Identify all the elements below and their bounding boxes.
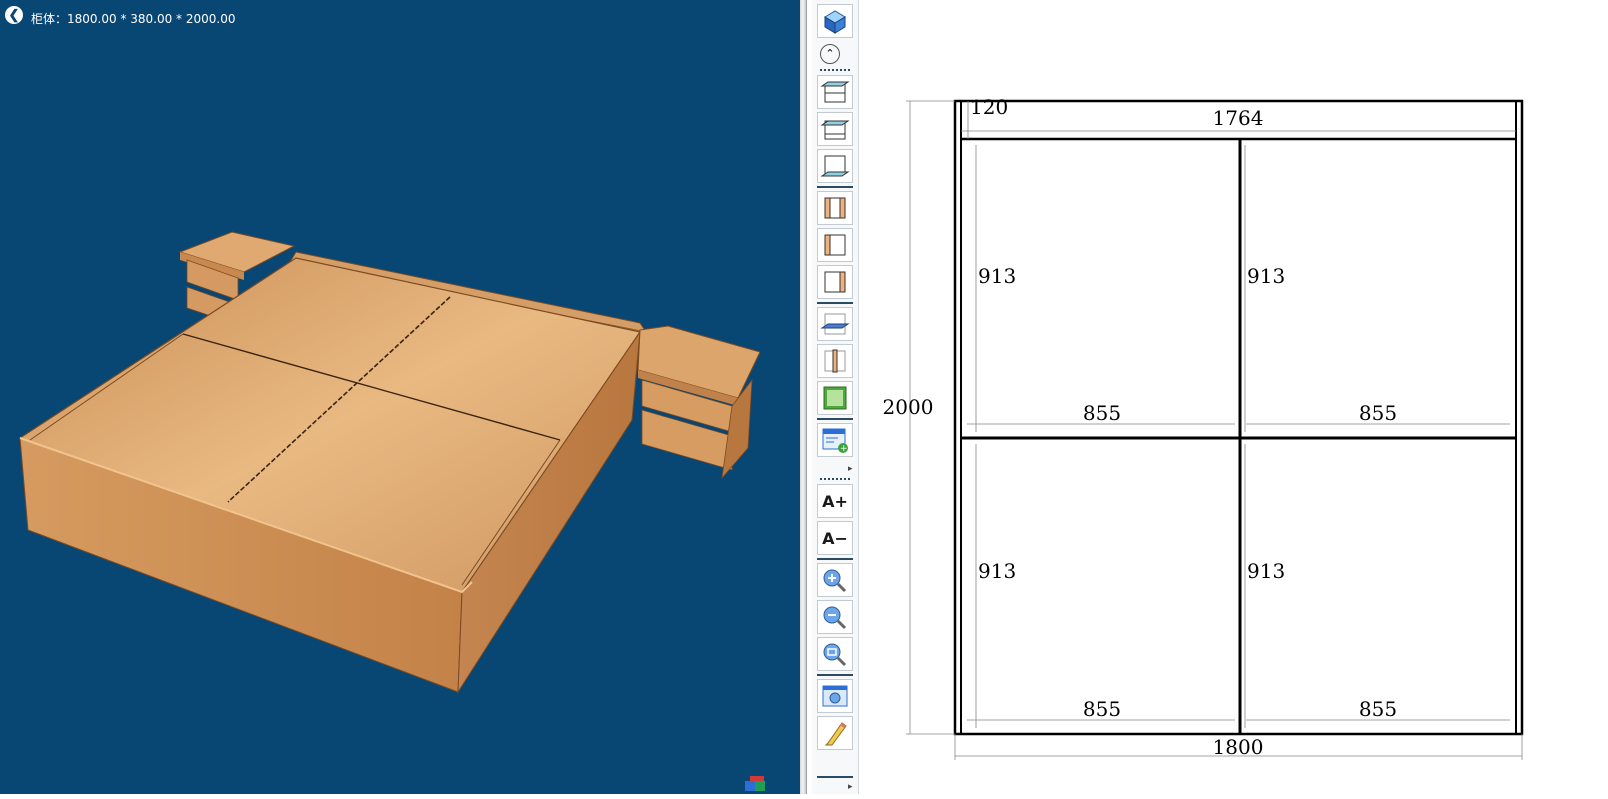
front-elevation-drawing: 120 1764 2000 1800 913 913 913 913 855 8…	[883, 95, 1524, 760]
axis-gizmo-icon[interactable]	[742, 776, 772, 794]
inner-width-label: 1764	[1213, 106, 1264, 130]
screenshot-icon[interactable]	[817, 679, 853, 713]
shelf-top-icon[interactable]	[817, 75, 853, 109]
side-panel-right-icon[interactable]	[817, 265, 853, 299]
expand-more-icon[interactable]: ▸	[848, 463, 853, 474]
dimension-drawing[interactable]: 120 1764 2000 1800 913 913 913 913 855 8…	[860, 0, 1608, 794]
toolbar-separator	[817, 776, 853, 778]
bed-platform[interactable]	[18, 257, 642, 694]
toolbar-separator	[817, 558, 853, 560]
top-rail-height-label: 120	[970, 95, 1008, 119]
vertical-divider-icon[interactable]	[817, 344, 853, 378]
side-panel-both-icon[interactable]	[817, 191, 853, 225]
cube-view-icon[interactable]	[817, 4, 853, 38]
svg-text:+: +	[840, 444, 848, 454]
zoom-out-icon[interactable]	[817, 600, 853, 634]
nightstand-right[interactable]	[637, 325, 761, 480]
shelf-bottom-icon[interactable]	[817, 149, 853, 183]
toolbar-separator	[817, 674, 853, 676]
edit-pencil-icon[interactable]	[817, 716, 853, 750]
vertical-toolbar: ⌃ + ▸ A+ A− ▸	[812, 0, 859, 794]
zoom-in-icon[interactable]	[817, 563, 853, 597]
toolbar-separator	[817, 418, 853, 420]
door-panel-icon[interactable]	[817, 381, 853, 415]
add-component-icon[interactable]: +	[817, 423, 853, 457]
overall-height-label: 2000	[883, 395, 934, 419]
cabinet-dimensions-label: 柜体：1800.00 * 380.00 * 2000.00	[31, 12, 236, 26]
bed-3d-model[interactable]	[0, 0, 800, 794]
toolbar-grip	[820, 478, 850, 480]
font-increase-icon[interactable]: A+	[817, 484, 853, 518]
font-decrease-icon[interactable]: A−	[817, 521, 853, 555]
expand-more-icon[interactable]: ▸	[848, 781, 853, 792]
divider	[806, 0, 807, 794]
toolbar-separator	[817, 186, 853, 188]
overall-width-label: 1800	[1213, 735, 1264, 759]
cell-width-label: 855	[1359, 697, 1397, 721]
collapse-icon[interactable]: ⌃	[820, 44, 840, 64]
cell-height-label: 913	[1247, 264, 1285, 288]
toolbar-grip	[820, 69, 850, 71]
cell-width-label: 855	[1359, 401, 1397, 425]
back-button[interactable]: ❮	[5, 6, 23, 24]
cell-width-label: 855	[1083, 401, 1121, 425]
side-panel-left-icon[interactable]	[817, 228, 853, 262]
zoom-fit-icon[interactable]	[817, 637, 853, 671]
cell-height-label: 913	[978, 559, 1016, 583]
cell-height-label: 913	[1247, 559, 1285, 583]
cell-height-label: 913	[978, 264, 1016, 288]
3d-viewport[interactable]: ❮ 柜体：1800.00 * 380.00 * 2000.00	[0, 0, 800, 794]
cell-width-label: 855	[1083, 697, 1121, 721]
toolbar-separator	[817, 302, 853, 304]
shelf-middle-icon[interactable]	[817, 112, 853, 146]
horizontal-panel-icon[interactable]	[817, 307, 853, 341]
